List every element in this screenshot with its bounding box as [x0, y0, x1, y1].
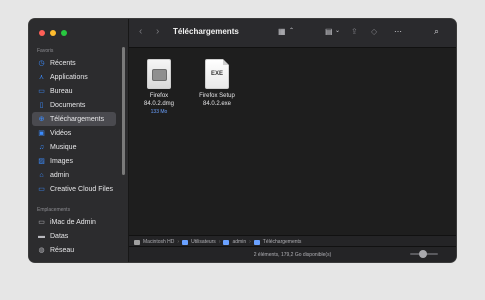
- path-item[interactable]: Utilisateurs: [191, 239, 216, 245]
- sidebar-item-network[interactable]: ◍ Réseau: [32, 243, 116, 257]
- path-item[interactable]: Téléchargements: [263, 239, 302, 245]
- file-item-dmg[interactable]: Firefox 84.0.2.dmg 133 Mo: [129, 59, 189, 116]
- disk-image-icon: [147, 59, 171, 89]
- sidebar-item-music[interactable]: ♫ Musique: [32, 140, 116, 154]
- locations-section-label: Emplacements: [37, 207, 71, 213]
- minimize-button[interactable]: [50, 30, 56, 36]
- sidebar-item-label: Musique: [50, 143, 77, 151]
- sidebar: Favoris ◷ Récents ⋏ Applications ▭ Burea…: [29, 19, 129, 262]
- file-name: Firefox 84.0.2.dmg: [143, 93, 175, 108]
- file-size: 133 Mo: [150, 109, 168, 116]
- folder-icon: [253, 239, 260, 245]
- chevron-right-icon: ›: [249, 239, 251, 245]
- path-item[interactable]: admin: [232, 239, 246, 245]
- computer-icon: ▭: [38, 218, 45, 226]
- document-icon: ▯: [39, 101, 44, 109]
- hard-drive-icon: [134, 239, 140, 245]
- window-title: Téléchargements: [173, 27, 239, 36]
- sidebar-item-downloads[interactable]: ⊕ Téléchargements: [32, 112, 116, 126]
- sidebar-item-documents[interactable]: ▯ Documents: [32, 98, 116, 112]
- drive-icon: ▬: [38, 232, 45, 240]
- applications-icon: ⋏: [38, 73, 45, 81]
- sidebar-item-creative-cloud[interactable]: ▭ Creative Cloud Files: [32, 182, 116, 196]
- folder-icon: [182, 239, 189, 245]
- sidebar-item-recents[interactable]: ◷ Récents: [32, 56, 116, 70]
- sidebar-scrollbar[interactable]: [122, 47, 125, 175]
- path-item[interactable]: Macintosh HD: [143, 239, 174, 245]
- back-button[interactable]: ‹: [139, 27, 142, 37]
- sidebar-item-label: Creative Cloud Files: [50, 185, 114, 193]
- sidebar-item-images[interactable]: ▨ Images: [32, 154, 116, 168]
- sidebar-item-label: iMac de Admin: [50, 218, 96, 226]
- toolbar: ‹ › Téléchargements ▦ ⌃ ▤ ⌄ ⇪ ◇ ⋯ ⌕: [129, 19, 456, 48]
- download-icon: ⊕: [38, 115, 45, 123]
- globe-icon: ◍: [38, 246, 45, 254]
- sidebar-item-videos[interactable]: ▣ Vidéos: [32, 126, 116, 140]
- sidebar-item-applications[interactable]: ⋏ Applications: [32, 70, 116, 84]
- favorites-section-label: Favoris: [37, 48, 54, 54]
- search-icon[interactable]: ⌕: [434, 27, 439, 36]
- film-icon: ▣: [38, 129, 45, 137]
- file-item-exe[interactable]: EXE Firefox Setup 84.0.2.exe: [187, 59, 247, 108]
- group-icon[interactable]: ▤: [325, 28, 333, 36]
- chevron-down-icon[interactable]: ⌄: [335, 28, 340, 34]
- file-badge: EXE: [210, 71, 223, 77]
- sidebar-item-label: Documents: [50, 101, 86, 109]
- sidebar-item-desktop[interactable]: ▭ Bureau: [32, 84, 116, 98]
- desktop-icon: ▭: [38, 87, 45, 95]
- sidebar-item-admin[interactable]: ⌂ admin: [32, 168, 116, 182]
- forward-button[interactable]: ›: [156, 27, 159, 37]
- icon-size-slider[interactable]: [410, 250, 438, 258]
- chevron-right-icon: ›: [177, 239, 180, 245]
- status-bar: 2 éléments, 179,2 Go disponible(s): [129, 246, 456, 262]
- folder-icon: [223, 239, 230, 245]
- sidebar-item-imac[interactable]: ▭ iMac de Admin: [32, 215, 116, 229]
- status-text: 2 éléments, 179,2 Go disponible(s): [253, 251, 332, 258]
- sidebar-item-label: Récents: [50, 59, 76, 67]
- sidebar-item-label: Réseau: [50, 246, 75, 254]
- photo-icon: ▨: [38, 157, 45, 165]
- folder-icon: ▭: [38, 185, 45, 193]
- sidebar-item-label: Images: [50, 157, 73, 165]
- tag-icon[interactable]: ◇: [371, 28, 377, 36]
- sidebar-item-label: Téléchargements: [50, 115, 105, 123]
- view-grid-icon[interactable]: ▦: [278, 28, 286, 36]
- main-panel: ‹ › Téléchargements ▦ ⌃ ▤ ⌄ ⇪ ◇ ⋯ ⌕ Fire…: [129, 19, 456, 262]
- sidebar-item-label: Applications: [50, 73, 88, 81]
- file-name: Firefox Setup 84.0.2.exe: [199, 93, 235, 108]
- sidebar-item-datas[interactable]: ▬ Datas: [32, 229, 116, 243]
- zoom-button[interactable]: [61, 30, 67, 36]
- chevron-right-icon: ›: [218, 239, 221, 245]
- home-icon: ⌂: [39, 171, 44, 179]
- sidebar-item-label: Datas: [50, 232, 69, 240]
- slider-knob[interactable]: [419, 250, 427, 258]
- finder-window: Favoris ◷ Récents ⋏ Applications ▭ Burea…: [29, 19, 456, 262]
- sidebar-item-label: Bureau: [50, 87, 73, 95]
- music-note-icon: ♫: [38, 143, 45, 151]
- exe-file-icon: EXE: [205, 59, 229, 89]
- chevron-updown-icon[interactable]: ⌃: [289, 28, 294, 34]
- close-button[interactable]: [39, 30, 45, 36]
- more-icon[interactable]: ⋯: [394, 28, 402, 36]
- clock-icon: ◷: [38, 59, 45, 67]
- sidebar-item-label: Vidéos: [50, 129, 72, 137]
- share-icon[interactable]: ⇪: [351, 28, 358, 36]
- sidebar-item-label: admin: [50, 171, 70, 179]
